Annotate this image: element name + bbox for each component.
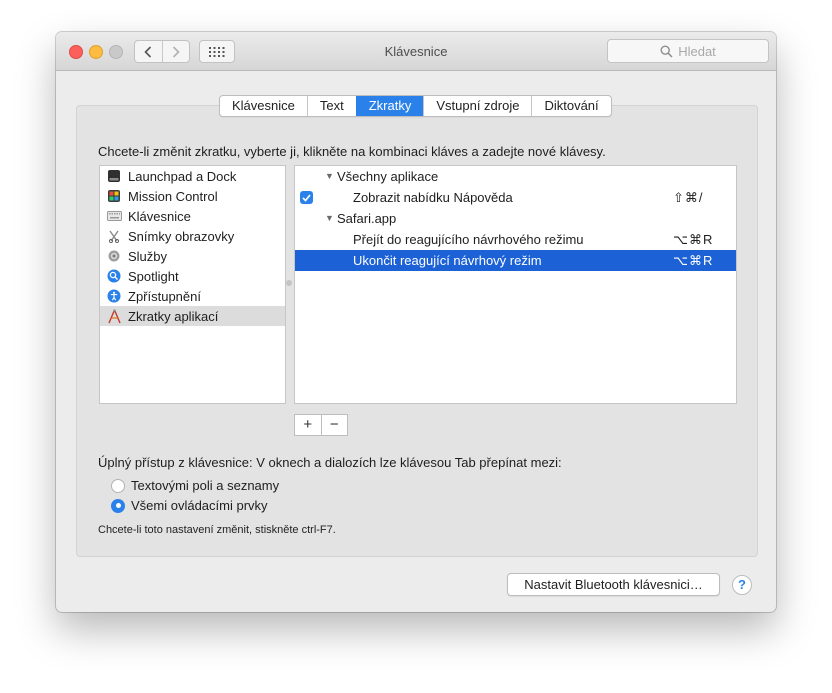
tab-zkratky[interactable]: Zkratky [355, 96, 424, 116]
shortcut-group-row[interactable]: ▼ Všechny aplikace [295, 166, 736, 187]
tab-diktovani[interactable]: Diktování [531, 96, 610, 116]
category-label: Launchpad a Dock [128, 168, 237, 184]
shortcut-row-selected[interactable]: Ukončit reagující návrhový režim ⌥⌘R [295, 250, 736, 271]
minimize-window-button[interactable] [89, 45, 103, 59]
tab-vstupni-zdroje[interactable]: Vstupní zdroje [423, 96, 531, 116]
keyboard-icon [106, 208, 122, 224]
gear-icon [106, 248, 122, 264]
category-label: Klávesnice [128, 208, 191, 224]
instructions-text: Chcete-li změnit zkratku, vyberte ji, kl… [98, 144, 606, 159]
shortcuts-list: ▼ Všechny aplikace Zobrazit nabídku Nápo… [294, 165, 737, 404]
disclosure-triangle-icon[interactable]: ▼ [325, 208, 334, 229]
category-item-app-shortcuts[interactable]: Zkratky aplikací [100, 306, 285, 326]
remove-shortcut-button[interactable]: − [320, 415, 348, 435]
shortcut-label: Ukončit reagující návrhový režim [353, 253, 542, 268]
tab-klavesnice[interactable]: Klávesnice [220, 96, 307, 116]
spotlight-icon [106, 268, 122, 284]
shortcut-group-label: Safari.app [337, 211, 397, 226]
shortcut-keys[interactable]: ⌥⌘R [673, 250, 713, 271]
keyboard-access-label: Úplný přístup z klávesnice: V oknech a d… [98, 455, 562, 470]
radio-button[interactable] [111, 478, 125, 493]
category-label: Mission Control [128, 188, 218, 204]
search-placeholder: Hledat [678, 43, 716, 59]
keyboard-preferences-window: Klávesnice Hledat Klávesnice Text Zkratk… [56, 32, 776, 612]
mission-control-icon [106, 188, 122, 204]
shortcut-enabled-checkbox[interactable] [300, 191, 313, 204]
add-remove-buttons: + − [294, 414, 348, 436]
category-item-mission-control[interactable]: Mission Control [100, 186, 285, 206]
back-button[interactable] [135, 41, 162, 62]
category-label: Snímky obrazovky [128, 228, 235, 244]
shortcut-row[interactable]: Přejít do reagujícího návrhového režimu … [295, 229, 736, 250]
split-view-handle[interactable] [286, 280, 292, 286]
tab-text[interactable]: Text [306, 96, 356, 116]
category-item-services[interactable]: Služby [100, 246, 285, 266]
shortcut-categories-list: Launchpad a Dock Mission Control Klávesn… [99, 165, 286, 404]
category-label: Zpřístupnění [128, 288, 201, 304]
radio-all-controls[interactable]: Všemi ovládacími prvky [111, 498, 268, 513]
radio-text-fields[interactable]: Textovými poli a seznamy [111, 478, 279, 493]
chevron-right-icon [172, 45, 180, 58]
keyboard-access-hint: Chcete-li toto nastavení změnit, stiskně… [98, 524, 336, 536]
radio-label: Textovými poli a seznamy [131, 478, 280, 493]
forward-button[interactable] [161, 41, 190, 62]
navigation-buttons [134, 40, 190, 63]
shortcut-label: Zobrazit nabídku Nápověda [353, 190, 513, 205]
shortcut-row[interactable]: Zobrazit nabídku Nápověda ⇧⌘/ [295, 187, 736, 208]
add-shortcut-button[interactable]: + [295, 415, 321, 435]
title-bar: Klávesnice Hledat [56, 32, 776, 71]
radio-label: Všemi ovládacími prvky [131, 498, 268, 513]
shortcut-keys[interactable]: ⇧⌘/ [673, 187, 704, 208]
app-shortcuts-icon [106, 308, 122, 324]
category-item-launchpad[interactable]: Launchpad a Dock [100, 166, 285, 186]
disclosure-triangle-icon[interactable]: ▼ [325, 166, 334, 187]
accessibility-icon [106, 288, 122, 304]
zoom-window-button[interactable] [109, 45, 123, 59]
category-item-keyboard[interactable]: Klávesnice [100, 206, 285, 226]
shortcut-group-row[interactable]: ▼ Safari.app [295, 208, 736, 229]
tab-bar: Klávesnice Text Zkratky Vstupní zdroje D… [219, 95, 612, 117]
screenshot-icon [106, 228, 122, 244]
category-label: Služby [128, 248, 168, 264]
launchpad-icon [106, 168, 122, 184]
show-all-button[interactable] [199, 40, 235, 63]
close-window-button[interactable] [69, 45, 83, 59]
help-button[interactable]: ? [732, 575, 752, 595]
search-icon [660, 44, 673, 58]
setup-bluetooth-keyboard-button[interactable]: Nastavit Bluetooth klávesnici… [507, 573, 720, 596]
category-label: Zkratky aplikací [128, 308, 219, 324]
category-item-accessibility[interactable]: Zpřístupnění [100, 286, 285, 306]
category-item-screenshots[interactable]: Snímky obrazovky [100, 226, 285, 246]
shortcut-group-label: Všechny aplikace [337, 169, 439, 184]
category-item-spotlight[interactable]: Spotlight [100, 266, 285, 286]
radio-button-selected[interactable] [111, 498, 125, 513]
category-label: Spotlight [128, 268, 179, 284]
grid-icon [209, 46, 225, 57]
chevron-left-icon [144, 45, 152, 58]
checkmark-icon [302, 193, 311, 202]
search-field[interactable]: Hledat [607, 39, 769, 63]
shortcut-keys[interactable]: ⌥⌘R [673, 229, 713, 250]
shortcut-label: Přejít do reagujícího návrhového režimu [353, 232, 584, 247]
